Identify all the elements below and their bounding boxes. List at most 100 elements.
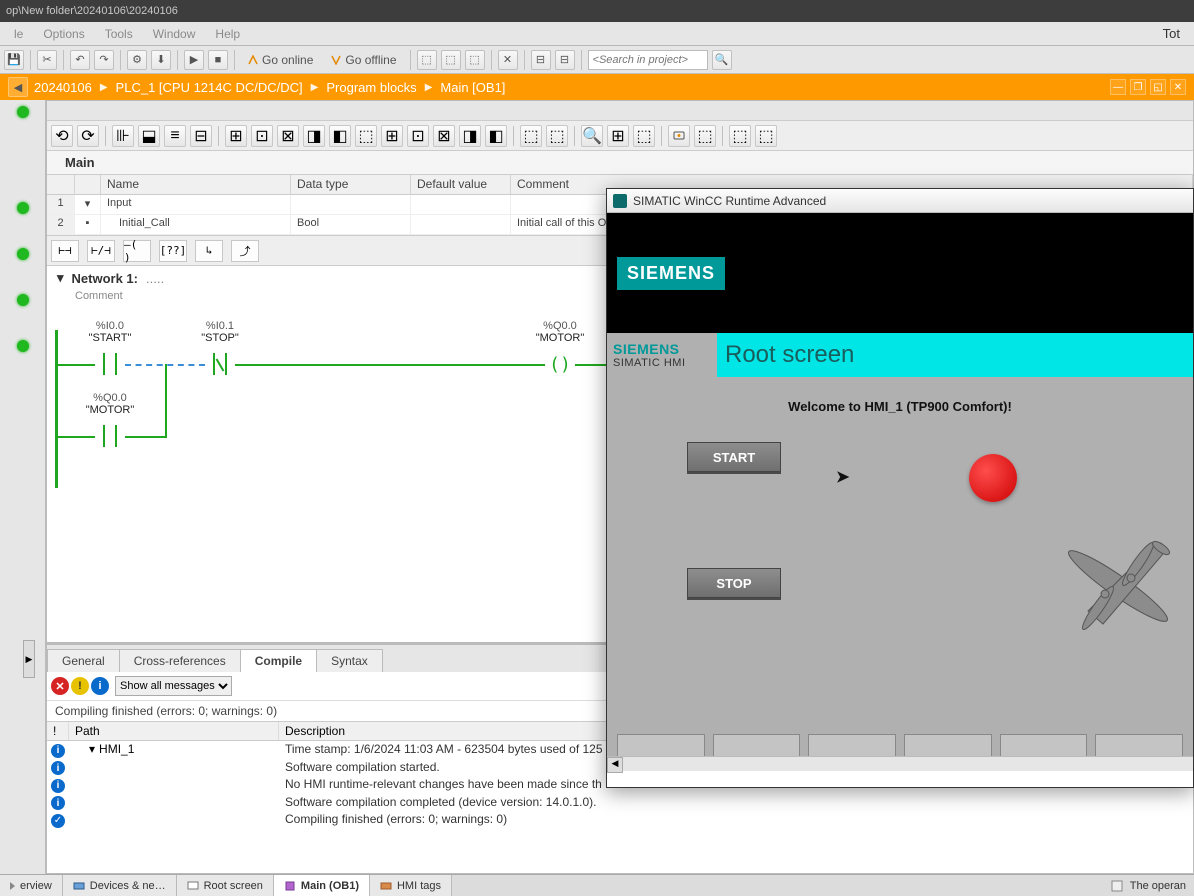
- et-btn[interactable]: ⊠: [433, 125, 455, 147]
- hmi-nav-btn[interactable]: [904, 734, 992, 756]
- et-btn[interactable]: ⊟: [190, 125, 212, 147]
- et-btn[interactable]: ⟲: [51, 125, 73, 147]
- collapse-icon[interactable]: ▾: [57, 270, 64, 286]
- menu-item-tools[interactable]: Tools: [95, 27, 143, 41]
- collapse-handle[interactable]: ▶: [23, 640, 35, 678]
- tool-btn-5[interactable]: ⊟: [555, 50, 575, 70]
- hmi-title-bar[interactable]: SIMATIC WinCC Runtime Advanced: [607, 189, 1193, 213]
- contact-stop[interactable]: [205, 353, 235, 375]
- et-btn[interactable]: ⟳: [77, 125, 99, 147]
- download-button[interactable]: ⬇: [151, 50, 171, 70]
- stop-sim-button[interactable]: ■: [208, 50, 228, 70]
- et-btn[interactable]: ⬓: [138, 125, 160, 147]
- coil-motor[interactable]: [545, 353, 575, 375]
- et-btn[interactable]: ≡: [164, 125, 186, 147]
- restore-button[interactable]: ❐: [1130, 79, 1146, 95]
- undo-button[interactable]: ↶: [70, 50, 90, 70]
- lad-branch[interactable]: ↳: [195, 240, 223, 262]
- task-tab-main[interactable]: Main (OB1): [274, 875, 370, 896]
- lad-coil[interactable]: –( ): [123, 240, 151, 262]
- message-filter-select[interactable]: Show all messages: [115, 676, 232, 696]
- menu-item-window[interactable]: Window: [143, 27, 206, 41]
- et-btn[interactable]: ⊞: [225, 125, 247, 147]
- et-btn[interactable]: ⊞: [381, 125, 403, 147]
- nav-back-button[interactable]: ◀: [8, 77, 28, 97]
- et-btn[interactable]: ⊡: [407, 125, 429, 147]
- hmi-runtime-window[interactable]: SIMATIC WinCC Runtime Advanced SIEMENS S…: [606, 188, 1194, 788]
- search-button[interactable]: 🔍: [712, 50, 732, 70]
- go-online-button[interactable]: Go online: [241, 49, 320, 71]
- et-btn[interactable]: 🔍: [581, 125, 603, 147]
- tab-syntax[interactable]: Syntax: [316, 649, 383, 672]
- task-tab-overview[interactable]: erview: [0, 875, 63, 896]
- breadcrumb-project[interactable]: 20240106: [34, 80, 92, 95]
- save-button[interactable]: 💾: [4, 50, 24, 70]
- et-btn[interactable]: ⊪: [112, 125, 134, 147]
- col-name[interactable]: Name: [101, 175, 291, 194]
- lad-contact-nc[interactable]: ⊢/⊣: [87, 240, 115, 262]
- breadcrumb-main[interactable]: Main [OB1]: [440, 80, 505, 95]
- et-btn[interactable]: ⬚: [546, 125, 568, 147]
- col-dtype[interactable]: Data type: [291, 175, 411, 194]
- et-btn[interactable]: ⬚: [729, 125, 751, 147]
- contact-motor-hold[interactable]: [95, 425, 125, 447]
- et-btn[interactable]: ⊠: [277, 125, 299, 147]
- search-input[interactable]: [588, 50, 708, 70]
- task-tab-devices[interactable]: Devices & ne…: [63, 875, 177, 896]
- hmi-nav-btn[interactable]: [1095, 734, 1183, 756]
- minimize-button[interactable]: —: [1110, 79, 1126, 95]
- cut-button[interactable]: ✂: [37, 50, 57, 70]
- error-filter-icon[interactable]: ✕: [51, 677, 69, 695]
- menu-item-file[interactable]: le: [4, 27, 33, 41]
- redo-button[interactable]: ↷: [94, 50, 114, 70]
- compile-row[interactable]: ✓ Compiling finished (errors: 0; warning…: [47, 811, 1193, 829]
- scroll-left-button[interactable]: ◀: [607, 757, 623, 773]
- hmi-stop-button[interactable]: STOP: [687, 568, 781, 598]
- et-btn[interactable]: ⬚: [694, 125, 716, 147]
- et-btn[interactable]: ◨: [459, 125, 481, 147]
- tool-btn-1[interactable]: ⬚: [417, 50, 437, 70]
- tool-btn-2[interactable]: ⬚: [441, 50, 461, 70]
- warning-filter-icon[interactable]: !: [71, 677, 89, 695]
- et-btn[interactable]: ⬚: [633, 125, 655, 147]
- et-btn[interactable]: ⬚: [520, 125, 542, 147]
- menu-item-options[interactable]: Options: [33, 27, 94, 41]
- hmi-nav-btn[interactable]: [1000, 734, 1088, 756]
- maximize-button[interactable]: ◱: [1150, 79, 1166, 95]
- et-btn[interactable]: ⊞: [607, 125, 629, 147]
- compile-button[interactable]: ⚙: [127, 50, 147, 70]
- et-btn[interactable]: ⊡: [251, 125, 273, 147]
- et-btn[interactable]: ◧: [485, 125, 507, 147]
- close-button[interactable]: ✕: [1170, 79, 1186, 95]
- contact-start[interactable]: [95, 353, 125, 375]
- breadcrumb-blocks[interactable]: Program blocks: [326, 80, 416, 95]
- lad-contact-no[interactable]: ⊢⊣: [51, 240, 79, 262]
- hmi-start-button[interactable]: START ➤: [687, 442, 781, 472]
- et-btn[interactable]: ⬚: [355, 125, 377, 147]
- tool-btn-3[interactable]: ⬚: [465, 50, 485, 70]
- breadcrumb-plc[interactable]: PLC_1 [CPU 1214C DC/DC/DC]: [116, 80, 303, 95]
- info-filter-icon[interactable]: i: [91, 677, 109, 695]
- tab-crossref[interactable]: Cross-references: [119, 649, 241, 672]
- compile-row[interactable]: i Software compilation completed (device…: [47, 794, 1193, 812]
- lad-open[interactable]: ⤴: [231, 240, 259, 262]
- tab-compile[interactable]: Compile: [240, 649, 317, 672]
- delete-button[interactable]: ✕: [498, 50, 518, 70]
- start-sim-button[interactable]: ▶: [184, 50, 204, 70]
- hmi-nav-btn[interactable]: [617, 734, 705, 756]
- hmi-scrollbar[interactable]: ◀: [607, 756, 1193, 771]
- et-btn[interactable]: ◧: [329, 125, 351, 147]
- lad-box[interactable]: [??]: [159, 240, 187, 262]
- monitor-button[interactable]: [668, 125, 690, 147]
- col-def[interactable]: Default value: [411, 175, 511, 194]
- go-offline-button[interactable]: Go offline: [324, 49, 403, 71]
- hmi-nav-btn[interactable]: [713, 734, 801, 756]
- tool-btn-4[interactable]: ⊟: [531, 50, 551, 70]
- et-btn[interactable]: ◨: [303, 125, 325, 147]
- task-tab-root[interactable]: Root screen: [177, 875, 274, 896]
- menu-item-help[interactable]: Help: [205, 27, 250, 41]
- et-btn[interactable]: ⬚: [755, 125, 777, 147]
- task-tab-hmitags[interactable]: HMI tags: [370, 875, 452, 896]
- tab-general[interactable]: General: [47, 649, 120, 672]
- hmi-nav-btn[interactable]: [808, 734, 896, 756]
